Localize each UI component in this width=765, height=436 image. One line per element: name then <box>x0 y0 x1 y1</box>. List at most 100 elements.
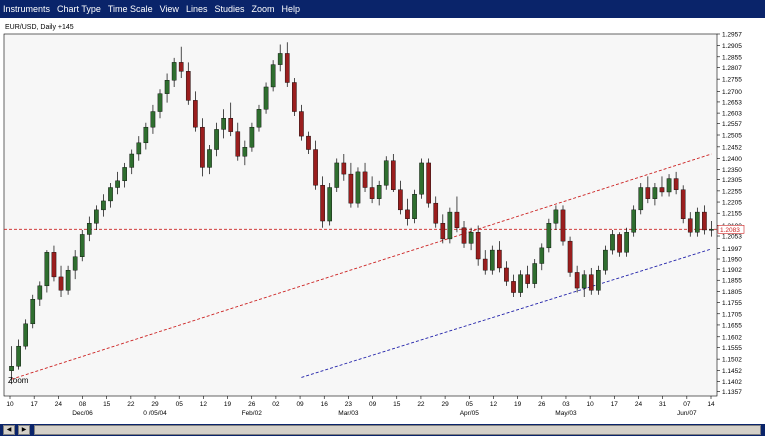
candle-body <box>588 274 594 291</box>
menu-time-scale[interactable]: Time Scale <box>105 4 157 14</box>
y-tick-label: 1.2855 <box>722 54 742 61</box>
x-tick-label: 09 <box>296 401 304 408</box>
candle-body <box>631 209 637 233</box>
menu-chart-type[interactable]: Chart Type <box>54 4 105 14</box>
x-month-label: Apr/05 <box>460 410 480 417</box>
x-tick-label: 24 <box>55 401 63 408</box>
candle-body <box>673 178 679 190</box>
candle-body <box>680 189 686 219</box>
menu-lines[interactable]: Lines <box>183 4 212 14</box>
candlestick-chart[interactable]: EUR/USD, Daily +145 1.2957 1.2905 1.2855 1.2… <box>0 18 765 424</box>
menu-help[interactable]: Help <box>279 4 305 14</box>
candle-body <box>122 167 127 182</box>
x-tick-label: 15 <box>103 401 111 408</box>
x-tick-label: 02 <box>272 401 280 408</box>
candle-body <box>79 234 85 257</box>
candle-body <box>101 200 106 211</box>
candle-body <box>270 64 276 88</box>
candle-body <box>525 274 530 284</box>
y-tick-label: 1.1357 <box>722 389 742 396</box>
candle-body <box>242 147 248 157</box>
x-month-label: 0 /05/04 <box>143 410 167 417</box>
x-tick-label: 19 <box>224 401 232 408</box>
scroll-right-button[interactable]: ▶ <box>18 425 30 435</box>
candle-body <box>200 126 205 168</box>
y-tick-label: 1.2205 <box>722 200 742 207</box>
candle-body <box>454 211 460 228</box>
horizontal-scrollbar[interactable] <box>34 425 761 435</box>
x-tick-label: 08 <box>79 401 87 408</box>
candle-body <box>313 149 318 186</box>
candle-body <box>440 223 446 240</box>
y-tick-label: 1.2305 <box>722 177 742 184</box>
candle-body <box>284 53 290 83</box>
x-tick-label: 26 <box>248 401 256 408</box>
y-tick-label: 1.1502 <box>722 357 742 364</box>
candle-body <box>23 323 28 347</box>
candle-body <box>539 247 545 264</box>
candle-body <box>94 209 99 224</box>
candle-body <box>419 162 424 195</box>
candle-body <box>143 126 149 144</box>
menu-instruments[interactable]: Instruments <box>0 4 54 14</box>
candle-body <box>426 162 431 204</box>
y-tick-label: 1.1705 <box>722 311 742 318</box>
plot-frame <box>3 33 718 397</box>
candle-body <box>86 223 92 235</box>
x-tick-label: 05 <box>466 401 474 408</box>
chart-area[interactable]: EUR/USD, Daily +145 1.2957 1.2905 1.2855 1.2… <box>0 18 765 424</box>
candle-body <box>37 285 43 300</box>
x-tick-label: 31 <box>659 401 667 408</box>
x-tick-label: 26 <box>538 401 546 408</box>
candle-body <box>320 185 325 222</box>
status-bar: ◀ ▶ <box>0 424 765 436</box>
y-tick-label: 1.1555 <box>722 345 742 352</box>
candle-body <box>157 93 163 112</box>
candle-body <box>482 258 488 271</box>
candle-body <box>687 218 693 233</box>
candle-body <box>659 187 665 193</box>
candle-body <box>666 178 672 193</box>
x-tick-label: 16 <box>321 401 329 408</box>
candle-body <box>489 249 495 271</box>
y-tick-label: 1.2350 <box>722 167 742 174</box>
candle-body <box>108 187 113 202</box>
candle-body <box>447 211 453 240</box>
candle-body <box>596 269 601 291</box>
candle-body <box>624 232 629 253</box>
x-month-label: Dec/06 <box>72 410 93 417</box>
y-tick-label: 1.1755 <box>722 300 742 307</box>
candle-body <box>603 249 608 271</box>
candle-body <box>129 153 135 168</box>
candle-body <box>30 299 36 325</box>
candle-body <box>292 82 297 112</box>
candle-body <box>546 223 552 249</box>
candle-body <box>645 187 651 199</box>
y-tick-label: 1.1602 <box>722 334 742 341</box>
menu-view[interactable]: View <box>157 4 183 14</box>
menu-studies[interactable]: Studies <box>211 4 248 14</box>
y-tick-label: 1.2557 <box>722 121 742 128</box>
candle-body <box>581 274 587 289</box>
candle-body <box>475 232 481 260</box>
candle-body <box>228 118 234 132</box>
candle-body <box>263 86 269 110</box>
candle-body <box>72 256 78 271</box>
candle-body <box>171 62 177 81</box>
x-tick-label: 22 <box>417 401 425 408</box>
candle-body <box>433 202 439 224</box>
candle-body <box>136 142 142 155</box>
candle-body <box>617 234 622 253</box>
scroll-left-button[interactable]: ◀ <box>3 425 15 435</box>
candle-body <box>518 274 523 293</box>
x-tick-label: 17 <box>611 401 619 408</box>
candle-body <box>497 249 502 269</box>
candle-body <box>652 187 658 199</box>
y-tick-label: 1.2807 <box>722 65 742 72</box>
menu-zoom[interactable]: Zoom <box>248 4 278 14</box>
y-tick-label: 1.1402 <box>722 379 742 386</box>
y-tick-label: 1.1997 <box>722 246 742 253</box>
candle-body <box>398 189 403 211</box>
zoom-label: Zoom <box>8 376 29 385</box>
candle-body <box>638 187 644 211</box>
